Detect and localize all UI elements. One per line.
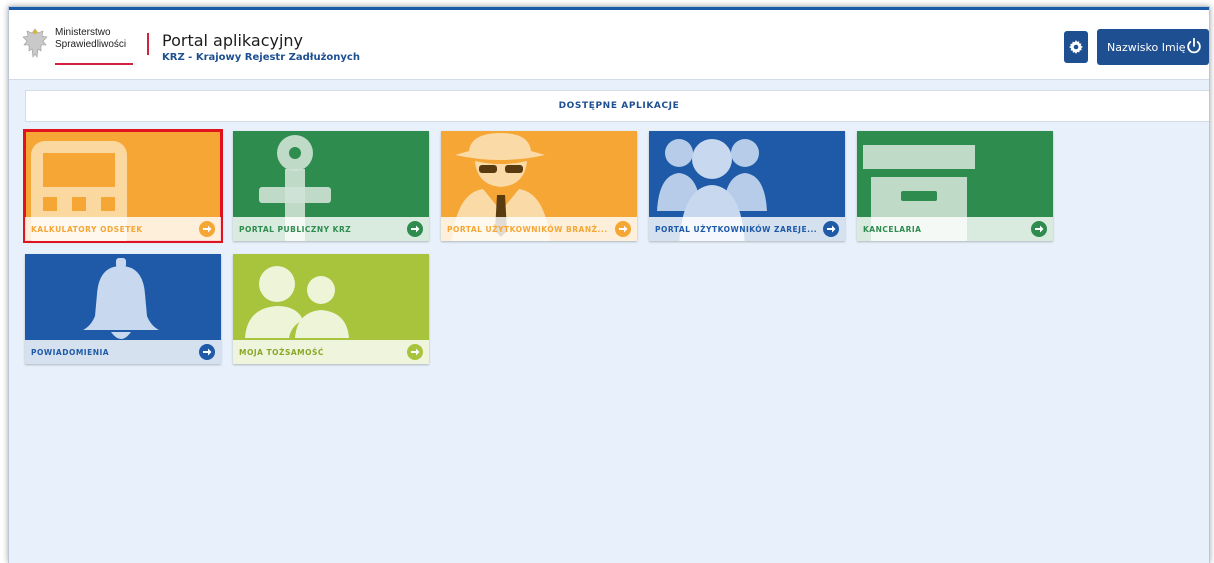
tile-moja-tozsamosc[interactable]: MOJA TOŻSAMOŚĆ <box>233 254 429 364</box>
page-title: Portal aplikacyjny <box>162 31 304 50</box>
arrow-right-icon[interactable] <box>407 344 423 360</box>
arrow-right-icon[interactable] <box>615 221 631 237</box>
section-header: DOSTĘPNE APLIKACJE <box>25 90 1209 122</box>
arrow-right-icon[interactable] <box>199 344 215 360</box>
arrow-right-icon[interactable] <box>1031 221 1047 237</box>
logo-underline <box>55 63 133 65</box>
tile-portal-uzytkownikow-branzowych[interactable]: PORTAL UŻYTKOWNIKÓW BRANŻ... <box>441 131 637 241</box>
user-logout-button[interactable]: Nazwisko Imię <box>1097 29 1209 65</box>
page-subtitle: KRZ - Krajowy Rejestr Zadłużonych <box>162 52 360 63</box>
tile-label: KALKULATORY ODSETEK <box>25 217 221 241</box>
tile-powiadomienia[interactable]: POWIADOMIENIA <box>25 254 221 364</box>
tile-kancelaria[interactable]: KANCELARIA <box>857 131 1053 241</box>
tile-portal-publiczny-krz[interactable]: PORTAL PUBLICZNY KRZ <box>233 131 429 241</box>
power-icon <box>1187 37 1201 54</box>
header-separator <box>147 33 149 55</box>
tile-label: POWIADOMIENIA <box>25 340 221 364</box>
gear-icon <box>1069 40 1083 54</box>
tile-label: PORTAL UŻYTKOWNIKÓW ZAREJE... <box>649 217 845 241</box>
tile-label: MOJA TOŻSAMOŚĆ <box>233 340 429 364</box>
ministry-name-line2: Sprawiedliwości <box>55 39 127 50</box>
ministry-name-line1: Ministerstwo <box>55 27 111 38</box>
ministry-logo[interactable]: Ministerstwo Sprawiedliwości <box>21 27 141 67</box>
tile-kalkulatory-odsetek[interactable]: KALKULATORY ODSETEK <box>23 129 223 243</box>
ministry-name: Ministerstwo Sprawiedliwości <box>55 27 126 51</box>
tile-label: PORTAL UŻYTKOWNIKÓW BRANŻ... <box>441 217 637 241</box>
arrow-right-icon[interactable] <box>199 221 215 237</box>
settings-button[interactable] <box>1064 31 1088 63</box>
tile-label: KANCELARIA <box>857 217 1053 241</box>
eagle-emblem-icon <box>22 28 48 58</box>
tile-portal-uzytkownikow-zarejestrowanych[interactable]: PORTAL UŻYTKOWNIKÓW ZAREJE... <box>649 131 845 241</box>
arrow-right-icon[interactable] <box>407 221 423 237</box>
app-window: Ministerstwo Sprawiedliwości Portal apli… <box>8 6 1210 563</box>
arrow-right-icon[interactable] <box>823 221 839 237</box>
top-header: Ministerstwo Sprawiedliwości Portal apli… <box>9 7 1209 80</box>
user-name: Nazwisko Imię <box>1107 40 1186 54</box>
tile-label: PORTAL PUBLICZNY KRZ <box>233 217 429 241</box>
